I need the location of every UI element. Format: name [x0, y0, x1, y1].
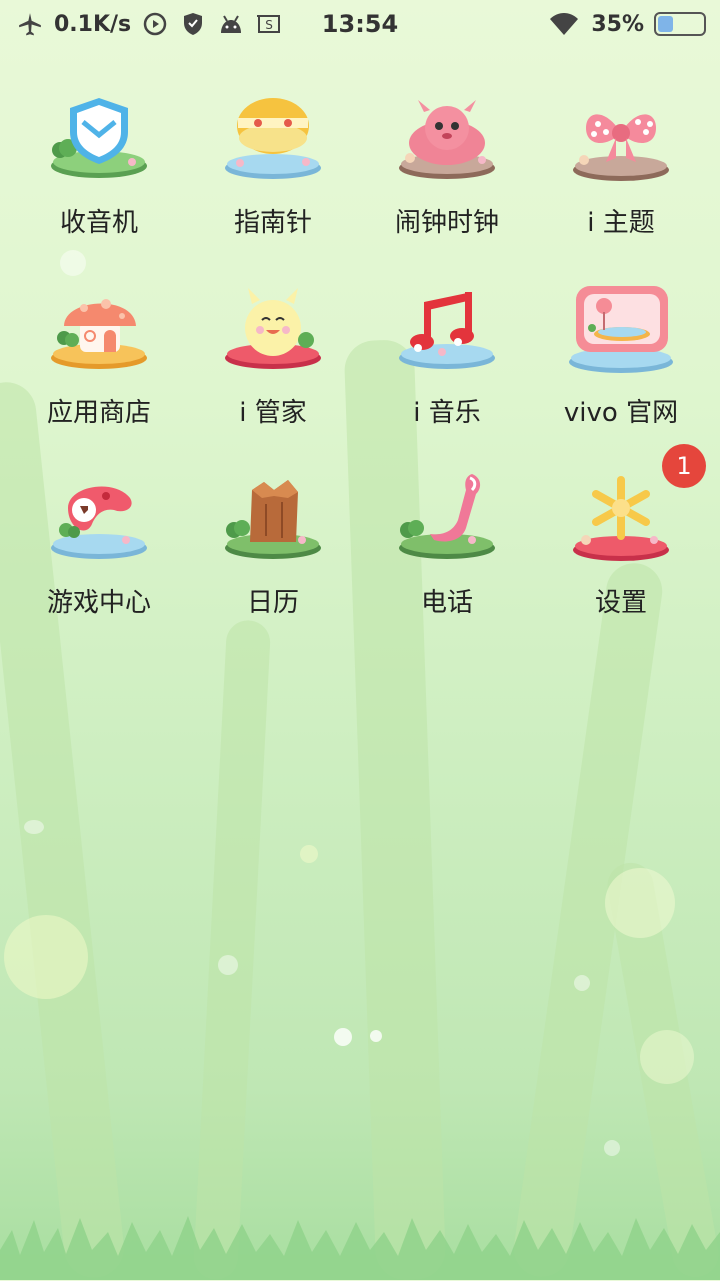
app-music-note[interactable]: i 音乐	[360, 278, 534, 438]
app-app-store-mushroom[interactable]: 应用商店	[12, 278, 186, 438]
app-label: 闹钟时钟	[394, 208, 499, 238]
app-radio-shield[interactable]: 收音机	[12, 88, 186, 248]
battery-level	[658, 16, 673, 32]
app-label: vivo 官网	[563, 398, 679, 428]
phone-icon	[392, 468, 502, 568]
calendar-stump-icon	[218, 468, 328, 568]
app-label: 设置	[594, 588, 647, 618]
settings-snowflake-icon: 1	[566, 444, 706, 568]
wifi-icon	[547, 10, 581, 38]
app-label: 应用商店	[46, 398, 151, 428]
compass-icon	[218, 88, 328, 188]
battery-percent: 35%	[591, 11, 644, 37]
app-calendar-stump[interactable]: 日历	[186, 468, 360, 628]
app-theme-bow[interactable]: i 主题	[534, 88, 708, 248]
app-label: 日历	[246, 588, 299, 618]
app-phone[interactable]: 电话	[360, 468, 534, 628]
app-label: 游戏中心	[46, 588, 151, 618]
grass-decoration	[0, 1216, 720, 1280]
vivo-website-icon	[566, 278, 676, 378]
app-label: i 管家	[239, 398, 307, 428]
game-center-icon	[44, 468, 154, 568]
app-vivo-website[interactable]: vivo 官网	[534, 278, 708, 438]
app-label: i 音乐	[413, 398, 481, 428]
battery-icon	[654, 12, 706, 36]
status-bar: 0.1K/s S 13:54 35%	[0, 0, 720, 50]
app-store-mushroom-icon	[44, 278, 154, 378]
app-label: 指南针	[233, 208, 312, 238]
alarm-clock-icon	[392, 88, 502, 188]
app-label: 收音机	[59, 208, 138, 238]
theme-bow-icon	[566, 88, 676, 188]
app-compass[interactable]: 指南针	[186, 88, 360, 248]
radio-shield-icon	[44, 88, 154, 188]
manager-chick-icon	[218, 278, 328, 378]
app-settings-snowflake[interactable]: 1 设置	[534, 444, 708, 628]
notification-badge: 1	[662, 444, 706, 488]
app-label: i 主题	[587, 208, 655, 238]
app-manager-chick[interactable]: i 管家	[186, 278, 360, 438]
app-alarm-clock[interactable]: 闹钟时钟	[360, 88, 534, 248]
app-label: 电话	[420, 588, 473, 618]
app-grid: 收音机 指南针 闹钟时钟 i 主题应用商店 i 管家 i 音乐 vivo 官网游戏中心 日历 电…	[12, 88, 708, 628]
music-note-icon	[392, 278, 502, 378]
app-game-center[interactable]: 游戏中心	[12, 468, 186, 628]
